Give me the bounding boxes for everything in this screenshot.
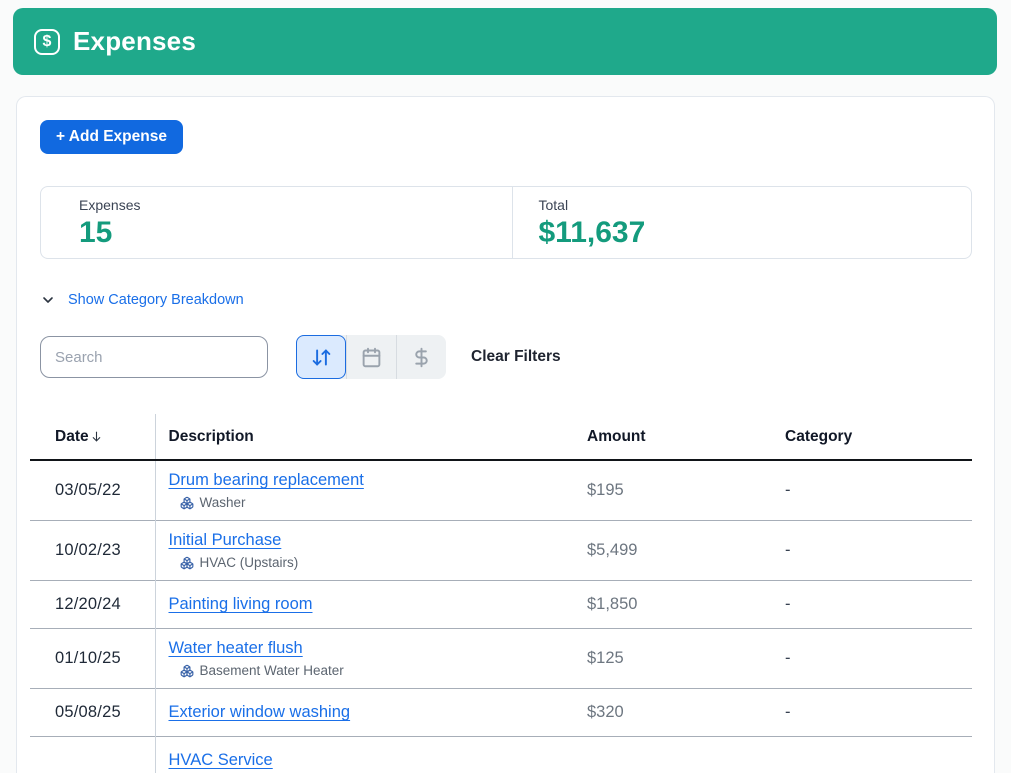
table-row: 12/20/24 Painting living room $1,850 - — [30, 581, 972, 629]
dollar-icon[interactable] — [396, 335, 446, 379]
arrow-down-icon — [90, 430, 103, 443]
clear-filters-button[interactable]: Clear Filters — [471, 348, 561, 366]
expense-amount: $320 — [555, 689, 785, 737]
boxes-icon — [180, 664, 194, 678]
expense-date — [30, 737, 155, 773]
expense-description-link[interactable]: Water heater flush — [169, 639, 303, 657]
table-header-row: Date Description Amount Category — [30, 414, 972, 460]
column-header-category[interactable]: Category — [785, 414, 972, 460]
expense-category: - — [785, 581, 972, 629]
expense-asset: HVAC (Upstairs) — [180, 555, 556, 570]
expense-description-link[interactable]: Drum bearing replacement — [169, 471, 364, 489]
expense-amount: $195 — [555, 460, 785, 521]
expense-category: - — [785, 521, 972, 581]
search-input[interactable] — [40, 336, 268, 378]
expenses-table: Date Description Amount Category 03/05/2… — [30, 414, 972, 773]
breakdown-toggle-label: Show Category Breakdown — [68, 292, 244, 308]
expense-date: 01/10/25 — [30, 629, 155, 689]
page-title: Expenses — [73, 26, 196, 57]
expense-amount: $5,499 — [555, 521, 785, 581]
table-row: 03/05/22 Drum bearing replacement Washer… — [30, 460, 972, 521]
expense-asset-label: Basement Water Heater — [200, 663, 344, 678]
stat-expenses-count: Expenses 15 — [41, 187, 512, 258]
expense-date: 05/08/25 — [30, 689, 155, 737]
expense-amount: $1,850 — [555, 581, 785, 629]
column-header-description[interactable]: Description — [155, 414, 555, 460]
table-row: 10/02/23 Initial Purchase HVAC (Upstairs… — [30, 521, 972, 581]
stat-total: Total $11,637 — [512, 187, 972, 258]
add-expense-button[interactable]: + Add Expense — [40, 120, 183, 154]
calendar-icon[interactable] — [346, 335, 396, 379]
expense-description-link[interactable]: Painting living room — [169, 595, 313, 613]
expense-category: - — [785, 629, 972, 689]
expenses-header: $ Expenses — [13, 8, 997, 75]
expense-description-link[interactable]: Exterior window washing — [169, 703, 351, 721]
table-row: 05/08/25 Exterior window washing $320 - — [30, 689, 972, 737]
expense-date: 12/20/24 — [30, 581, 155, 629]
dollar-badge-icon: $ — [34, 29, 60, 55]
expense-description-link[interactable]: Initial Purchase — [169, 531, 282, 549]
expense-category — [785, 737, 972, 773]
expense-date: 03/05/22 — [30, 460, 155, 521]
sort-arrows-icon[interactable] — [296, 335, 346, 379]
expense-category: - — [785, 689, 972, 737]
column-header-date[interactable]: Date — [30, 414, 155, 460]
category-breakdown-toggle[interactable]: Show Category Breakdown — [40, 292, 972, 308]
table-row: 01/10/25 Water heater flush Basement Wat… — [30, 629, 972, 689]
stats-summary: Expenses 15 Total $11,637 — [40, 186, 972, 259]
expense-description-link[interactable]: HVAC Service — [169, 751, 273, 769]
stat-expenses-label: Expenses — [79, 197, 512, 213]
boxes-icon — [180, 496, 194, 510]
expense-asset: Washer — [180, 495, 556, 510]
expense-asset-label: Washer — [200, 495, 246, 510]
stat-total-value: $11,637 — [539, 216, 972, 250]
boxes-icon — [180, 556, 194, 570]
expense-category: - — [785, 460, 972, 521]
table-row: HVAC Service — [30, 737, 972, 773]
column-header-amount[interactable]: Amount — [555, 414, 785, 460]
expense-asset-label: HVAC (Upstairs) — [200, 555, 299, 570]
filter-toolbar: Clear Filters — [40, 336, 972, 378]
expense-amount: $125 — [555, 629, 785, 689]
stat-total-label: Total — [539, 197, 972, 213]
stat-expenses-value: 15 — [79, 216, 512, 250]
expense-asset: Basement Water Heater — [180, 663, 556, 678]
expense-date: 10/02/23 — [30, 521, 155, 581]
expenses-card: + Add Expense Expenses 15 Total $11,637 … — [16, 96, 995, 773]
chevron-down-icon — [40, 292, 56, 308]
filter-button-group — [296, 335, 446, 379]
expense-amount — [555, 737, 785, 773]
